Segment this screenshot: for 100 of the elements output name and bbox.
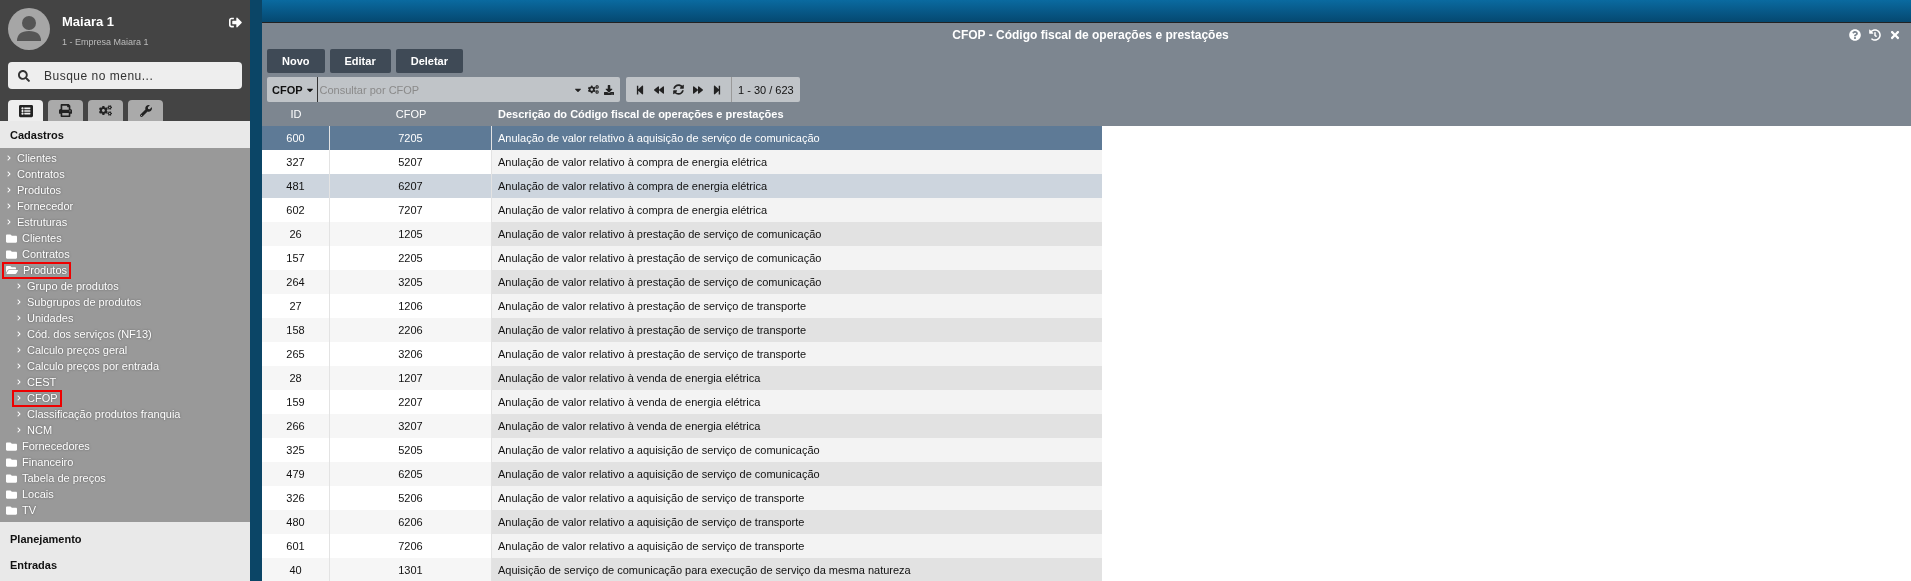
table-cell: 266: [262, 414, 330, 438]
window-title: CFOP - Código fiscal de operações e prestações: [951, 27, 1230, 42]
folder-item[interactable]: TV: [2, 501, 41, 519]
table-cell: Anulação de valor relativo a aquisição de serviço de transporte: [492, 486, 1102, 510]
table-row[interactable]: 325 5205 Anulação de valor relativo a aquisição de serviço de comunicação: [262, 438, 1102, 462]
table-cell: 158: [262, 318, 330, 342]
menu-item[interactable]: Grupo de produtos: [12, 277, 123, 295]
menu-item[interactable]: Contratos: [2, 165, 69, 183]
close-icon[interactable]: [1889, 28, 1901, 41]
table-row[interactable]: 266 3207 Anulação de valor relativo à venda de energia elétrica: [262, 414, 1102, 438]
menu-item[interactable]: Unidades: [12, 309, 78, 327]
table-cell: 480: [262, 510, 330, 534]
table-row[interactable]: 600 7205 Anulação de valor relativo à aquisição de serviço de comunicação: [262, 126, 1102, 150]
folder-icon: [6, 440, 17, 452]
menu-item[interactable]: Subgrupos de produtos: [12, 293, 146, 311]
refresh-icon[interactable]: [673, 84, 684, 95]
toolbar-button[interactable]: Editar: [329, 49, 391, 73]
search-field[interactable]: Consultar por CFOP: [316, 77, 569, 102]
folder-item[interactable]: Produtos: [2, 261, 72, 279]
menu-tab[interactable]: [48, 100, 83, 121]
search-icon: [18, 69, 30, 82]
section-header[interactable]: Cadastros: [0, 121, 250, 148]
table-cell: 1205: [330, 222, 492, 246]
table-row[interactable]: 481 6207 Anulação de valor relativo à compra de energia elétrica: [262, 174, 1102, 198]
table-cell: 264: [262, 270, 330, 294]
table-cell: 6205: [330, 462, 492, 486]
avatar: [8, 8, 50, 50]
menu-item[interactable]: Clientes: [2, 149, 61, 167]
wrench-icon: [139, 104, 152, 117]
chevron-icon: [16, 315, 22, 321]
folder-icon: [6, 456, 17, 468]
table-row[interactable]: 602 7207 Anulação de valor relativo à compra de energia elétrica: [262, 198, 1102, 222]
table-row[interactable]: 26 1205 Anulação de valor relativo à prestação de serviço de comunicação: [262, 222, 1102, 246]
table-row[interactable]: 326 5206 Anulação de valor relativo a aquisição de serviço de transporte: [262, 486, 1102, 510]
table-cell: 6207: [330, 174, 492, 198]
table-row[interactable]: 264 3205 Anulação de valor relativo à prestação de serviço de comunicação: [262, 270, 1102, 294]
table-cell: Anulação de valor relativo à prestação de serviço de transporte: [492, 342, 1102, 366]
history-icon[interactable]: [1869, 28, 1881, 41]
previous-page-icon[interactable]: [654, 84, 664, 95]
table-cell: Anulação de valor relativo à compra de energia elétrica: [492, 198, 1102, 222]
chevron-icon: [6, 155, 12, 161]
table-row[interactable]: 480 6206 Anulação de valor relativo a aquisição de serviço de transporte: [262, 510, 1102, 534]
gears-icon: [99, 104, 112, 117]
logout-icon[interactable]: [229, 16, 242, 29]
column-header[interactable]: Descrição do Código fiscal de operações e prestações: [492, 108, 1102, 120]
menu-item[interactable]: Calculo preços por entrada: [12, 357, 164, 375]
field-dropdown[interactable]: CFOP: [267, 77, 317, 102]
table-row[interactable]: 327 5207 Anulação de valor relativo à compra de energia elétrica: [262, 150, 1102, 174]
column-header[interactable]: CFOP: [330, 108, 492, 120]
menu-item[interactable]: Fornecedor: [2, 197, 78, 215]
last-page-icon[interactable]: [712, 84, 722, 95]
help-icon[interactable]: [1849, 28, 1861, 41]
menu-tab[interactable]: [128, 100, 163, 121]
menu-item[interactable]: CFOP: [12, 389, 62, 407]
table-row[interactable]: 28 1207 Anulação de valor relativo à venda de energia elétrica: [262, 366, 1102, 390]
folder-item[interactable]: Tabela de preços: [2, 469, 110, 487]
first-page-icon[interactable]: [635, 84, 645, 95]
table-row[interactable]: 159 2207 Anulação de valor relativo à venda de energia elétrica: [262, 390, 1102, 414]
table-row[interactable]: 40 1301 Aquisição de serviço de comunicação para execução de serviço da mesma natureza: [262, 558, 1102, 581]
folder-item[interactable]: Clientes: [2, 229, 66, 247]
menu-item[interactable]: CEST: [12, 373, 61, 391]
table-cell: 479: [262, 462, 330, 486]
menu-item[interactable]: NCM: [12, 421, 57, 439]
menu-item[interactable]: Estruturas: [2, 213, 72, 231]
chevron-icon: [6, 203, 12, 209]
folder-item[interactable]: Fornecedores: [2, 437, 94, 455]
chevron-icon: [16, 363, 22, 369]
next-page-icon[interactable]: [693, 84, 703, 95]
toolbar-button[interactable]: Novo: [267, 49, 325, 73]
user-name: Maiara 1: [62, 14, 116, 29]
toolbar-button[interactable]: Deletar: [395, 49, 463, 73]
folder-item[interactable]: Contratos: [2, 245, 74, 263]
table-row[interactable]: 157 2205 Anulação de valor relativo à prestação de serviço de comunicação: [262, 246, 1102, 270]
menu-item[interactable]: Cód. dos serviços (NF13): [12, 325, 156, 343]
column-header[interactable]: ID: [262, 108, 330, 120]
menu-item[interactable]: Classificação produtos franquia: [12, 405, 185, 423]
table-row[interactable]: 479 6205 Anulação de valor relativo a aquisição de serviço de comunicação: [262, 462, 1102, 486]
menu-tab[interactable]: [8, 100, 43, 121]
table-row[interactable]: 265 3206 Anulação de valor relativo à prestação de serviço de transporte: [262, 342, 1102, 366]
table-row[interactable]: 27 1206 Anulação de valor relativo à prestação de serviço de transporte: [262, 294, 1102, 318]
table-cell: Anulação de valor relativo a aquisição de serviço de comunicação: [492, 462, 1102, 486]
table-cell: 1207: [330, 366, 492, 390]
settings-icon[interactable]: [588, 84, 599, 95]
menu-item[interactable]: Produtos: [2, 181, 66, 199]
download-icon[interactable]: [604, 84, 614, 95]
search-input[interactable]: Busque no menu...: [42, 67, 232, 84]
menu-tab[interactable]: [88, 100, 123, 121]
chevron-icon: [16, 299, 22, 305]
chevron-icon: [16, 411, 22, 417]
list-icon: [18, 103, 33, 118]
table-cell: Anulação de valor relativo à venda de energia elétrica: [492, 366, 1102, 390]
folder-item[interactable]: Financeiro: [2, 453, 78, 471]
table-row[interactable]: 158 2206 Anulação de valor relativo à prestação de serviço de transporte: [262, 318, 1102, 342]
folder-icon: [6, 472, 17, 484]
chevron-icon: [16, 395, 22, 401]
table-row[interactable]: 601 7206 Anulação de valor relativo a aquisição de serviço de transporte: [262, 534, 1102, 558]
chevron-icon: [16, 283, 22, 289]
menu-search-field[interactable]: Busque no menu...: [8, 62, 242, 89]
menu-item[interactable]: Calculo preços geral: [12, 341, 132, 359]
folder-item[interactable]: Locais: [2, 485, 58, 503]
